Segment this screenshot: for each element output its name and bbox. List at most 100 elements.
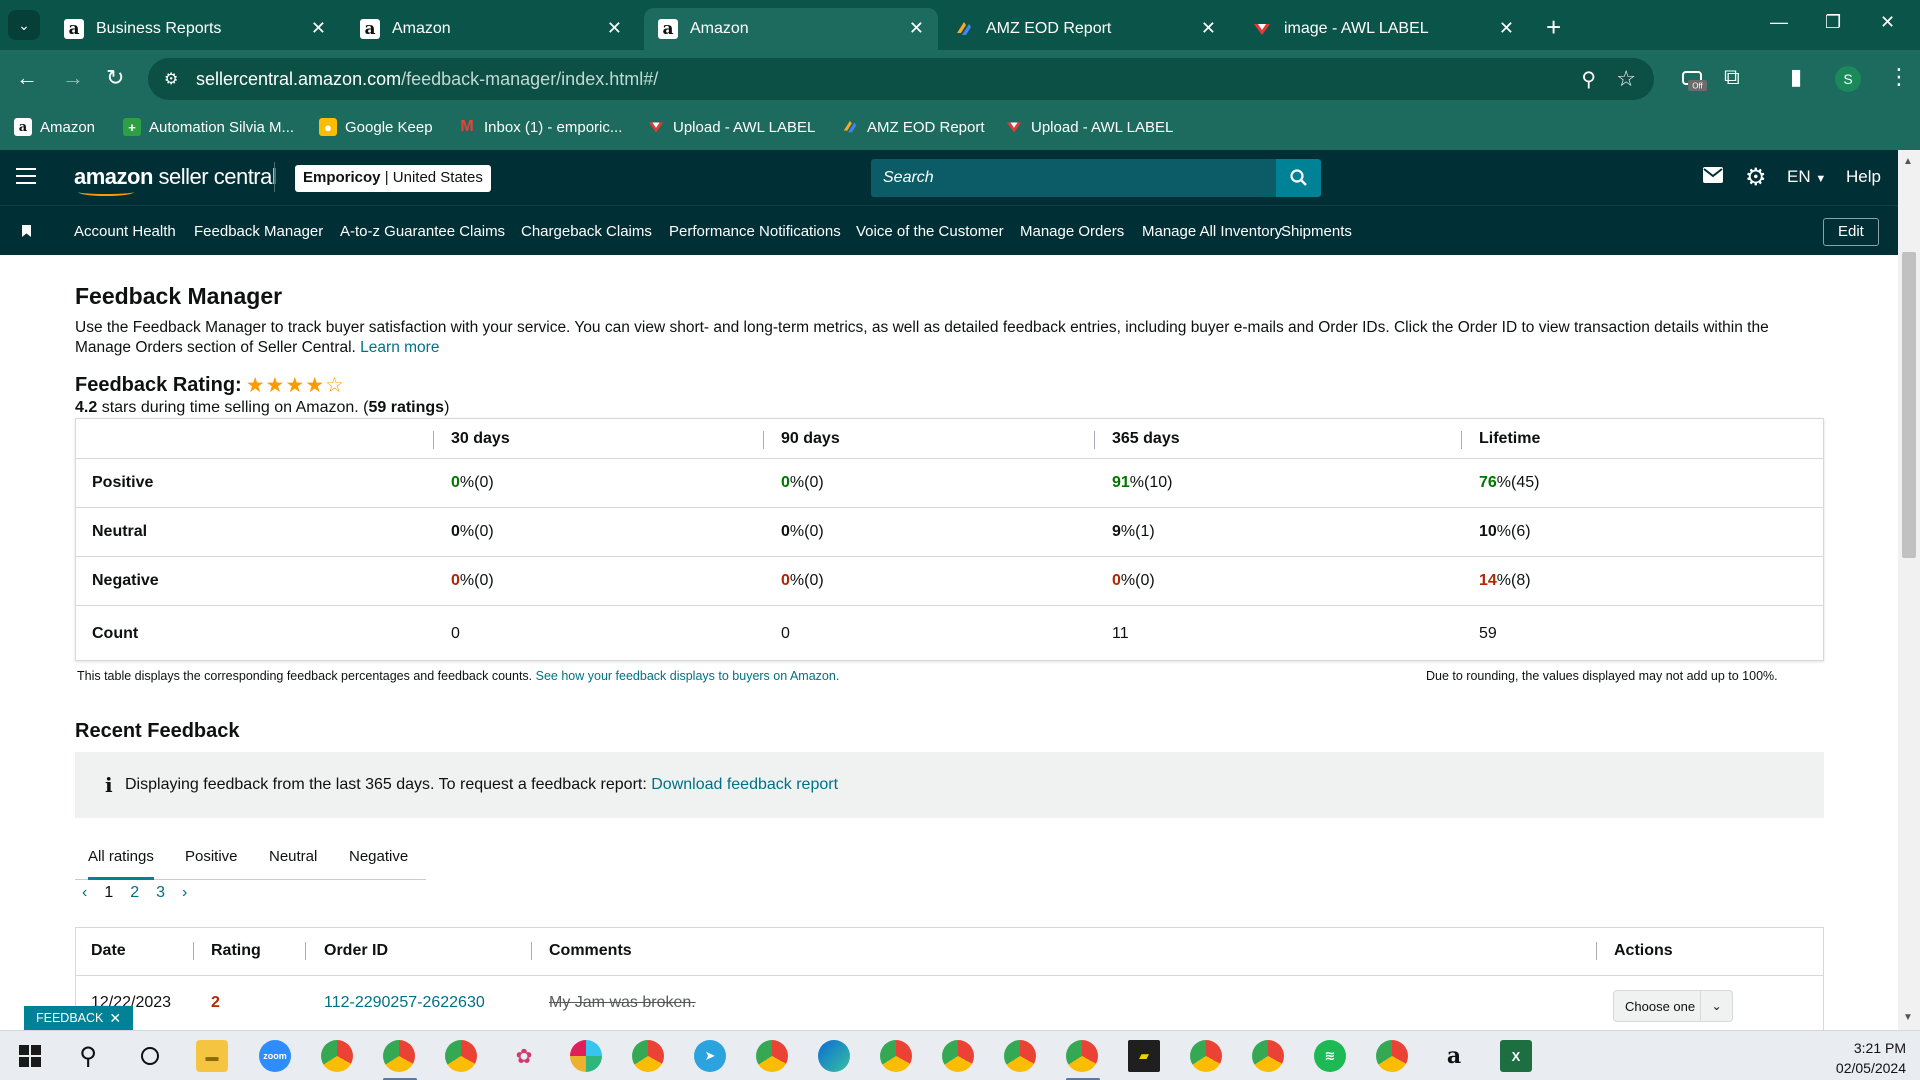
chrome-icon[interactable]	[1004, 1040, 1036, 1072]
learn-more-link[interactable]: Learn more	[360, 339, 439, 356]
new-tab-button[interactable]: +	[1546, 12, 1561, 43]
bookmark-google-keep[interactable]: ● Google Keep	[319, 118, 433, 136]
minimize-icon[interactable]: —	[1770, 12, 1788, 33]
extension-off-icon[interactable]: Off	[1680, 64, 1708, 98]
close-icon[interactable]: ✕	[607, 18, 622, 39]
close-icon[interactable]: ✕	[311, 18, 326, 39]
chevron-down-icon[interactable]: ⌄	[1700, 991, 1732, 1021]
bookmark-upload-awl-2[interactable]: Upload - AWL LABEL	[1005, 118, 1173, 136]
side-panel-icon[interactable]: ▮	[1790, 64, 1802, 90]
url-input[interactable]: ⚙ sellercentral.amazon.com/feedback-mana…	[148, 58, 1654, 100]
hamburger-menu-icon[interactable]	[16, 168, 36, 189]
sticky-notes-icon[interactable]: ▰	[1128, 1040, 1160, 1072]
bookmark-icon[interactable]	[22, 225, 31, 237]
nav-manage-inventory[interactable]: Manage All Inventory	[1142, 223, 1282, 240]
page-2[interactable]: 2	[130, 884, 139, 902]
back-arrow-icon[interactable]: ←	[16, 65, 38, 91]
tab-amazon[interactable]: a Amazon ✕	[346, 8, 636, 50]
nav-account-health[interactable]: Account Health	[74, 223, 176, 240]
search-icon[interactable]: ⚲	[72, 1040, 104, 1072]
nav-feedback-manager[interactable]: Feedback Manager	[194, 223, 323, 240]
page-3[interactable]: 3	[156, 884, 165, 902]
tab-negative[interactable]: Negative	[349, 848, 408, 865]
menu-kebab-icon[interactable]: ⋮	[1888, 64, 1910, 90]
seller-central-logo[interactable]: amazon seller central	[74, 164, 277, 196]
scroll-down-arrow-icon[interactable]: ▼	[1903, 1012, 1913, 1023]
flower-app-icon[interactable]: ✿	[508, 1040, 540, 1072]
chrome-icon[interactable]	[1190, 1040, 1222, 1072]
site-info-icon[interactable]: ⚙	[164, 69, 178, 89]
tab-search-button[interactable]: ⌄	[8, 10, 40, 40]
nav-chargeback-claims[interactable]: Chargeback Claims	[521, 223, 652, 240]
nav-manage-orders[interactable]: Manage Orders	[1020, 223, 1124, 240]
chrome-icon[interactable]	[632, 1040, 664, 1072]
chrome-icon[interactable]	[880, 1040, 912, 1072]
tab-all-ratings[interactable]: All ratings	[88, 848, 154, 880]
prev-page-icon[interactable]: ‹	[82, 884, 87, 902]
order-id-link[interactable]: 112-2290257-2622630	[324, 994, 485, 1012]
forward-arrow-icon[interactable]: →	[62, 65, 84, 91]
store-selector[interactable]: Emporicoy | United States	[295, 165, 491, 192]
tab-amazon-active[interactable]: a Amazon ✕	[644, 8, 938, 50]
windows-start-icon[interactable]	[14, 1040, 46, 1072]
mail-icon[interactable]	[1703, 166, 1723, 189]
nav-a-to-z-claims[interactable]: A-to-z Guarantee Claims	[340, 223, 505, 240]
scroll-up-arrow-icon[interactable]: ▲	[1903, 156, 1913, 167]
extensions-puzzle-icon[interactable]: ⧉	[1724, 64, 1740, 90]
zoom-app-icon[interactable]: zoom	[259, 1040, 291, 1072]
next-page-icon[interactable]: ›	[182, 884, 187, 902]
tab-positive[interactable]: Positive	[185, 848, 238, 865]
tab-awl-label[interactable]: image - AWL LABEL ✕	[1238, 8, 1528, 50]
task-view-icon[interactable]	[134, 1040, 166, 1072]
profile-avatar[interactable]: S	[1835, 66, 1861, 92]
chrome-icon[interactable]	[942, 1040, 974, 1072]
scrollbar-thumb[interactable]	[1902, 252, 1916, 558]
download-report-link[interactable]: Download feedback report	[651, 776, 838, 793]
reload-icon[interactable]: ↻	[106, 65, 124, 91]
tab-amz-eod-report[interactable]: AMZ EOD Report ✕	[940, 8, 1230, 50]
edge-icon[interactable]	[818, 1040, 850, 1072]
excel-icon[interactable]: X	[1500, 1040, 1532, 1072]
nav-shipments[interactable]: Shipments	[1281, 223, 1352, 240]
language-selector[interactable]: EN ▼	[1787, 167, 1826, 187]
close-icon[interactable]: ✕	[1201, 18, 1216, 39]
zoom-icon[interactable]: ⚲	[1581, 67, 1596, 92]
amazon-app-icon[interactable]: a	[1438, 1040, 1470, 1072]
edit-nav-button[interactable]: Edit	[1823, 218, 1879, 246]
page-1[interactable]: 1	[104, 884, 113, 902]
search-button[interactable]	[1276, 159, 1321, 197]
chrome-icon[interactable]	[321, 1040, 353, 1072]
bookmark-upload-awl-1[interactable]: Upload - AWL LABEL	[647, 118, 815, 136]
bookmark-inbox[interactable]: M Inbox (1) - emporic...	[458, 118, 622, 136]
nav-performance-notifications[interactable]: Performance Notifications	[669, 223, 841, 240]
chrome-icon[interactable]	[445, 1040, 477, 1072]
window-close-icon[interactable]: ✕	[1880, 12, 1895, 33]
spotify-icon[interactable]: ≋	[1314, 1040, 1346, 1072]
bookmark-amazon[interactable]: a Amazon	[14, 118, 95, 136]
bookmark-star-icon[interactable]: ☆	[1616, 66, 1636, 92]
help-link[interactable]: Help	[1846, 167, 1881, 187]
close-icon[interactable]: ✕	[1499, 18, 1514, 39]
feedback-display-link[interactable]: See how your feedback displays to buyers…	[536, 669, 840, 683]
tab-neutral[interactable]: Neutral	[269, 848, 317, 865]
settings-gear-icon[interactable]: ⚙	[1745, 163, 1767, 192]
close-icon[interactable]: ✕	[909, 18, 924, 39]
slack-icon[interactable]	[570, 1040, 602, 1072]
restore-icon[interactable]: ❐	[1825, 12, 1841, 33]
feedback-widget-button[interactable]: FEEDBACK ✕	[24, 1006, 134, 1030]
close-icon[interactable]: ✕	[109, 1010, 121, 1027]
nav-voice-of-customer[interactable]: Voice of the Customer	[856, 223, 1004, 240]
telegram-icon[interactable]: ➤	[694, 1040, 726, 1072]
system-clock[interactable]: 3:21 PM 02/05/2024	[1832, 1038, 1906, 1078]
chrome-icon[interactable]	[1252, 1040, 1284, 1072]
bookmark-amz-eod[interactable]: AMZ EOD Report	[841, 118, 985, 136]
file-explorer-icon[interactable]: ▬	[196, 1040, 228, 1072]
bookmark-automation[interactable]: + Automation Silvia M...	[123, 118, 294, 136]
chrome-icon[interactable]	[1066, 1040, 1098, 1072]
tab-business-reports[interactable]: a Business Reports ✕	[50, 8, 340, 50]
chrome-icon[interactable]	[1376, 1040, 1408, 1072]
search-input[interactable]	[871, 159, 1284, 197]
chrome-icon[interactable]	[756, 1040, 788, 1072]
page-scrollbar[interactable]: ▲ ▼	[1898, 150, 1920, 1030]
chrome-icon[interactable]	[383, 1040, 415, 1072]
